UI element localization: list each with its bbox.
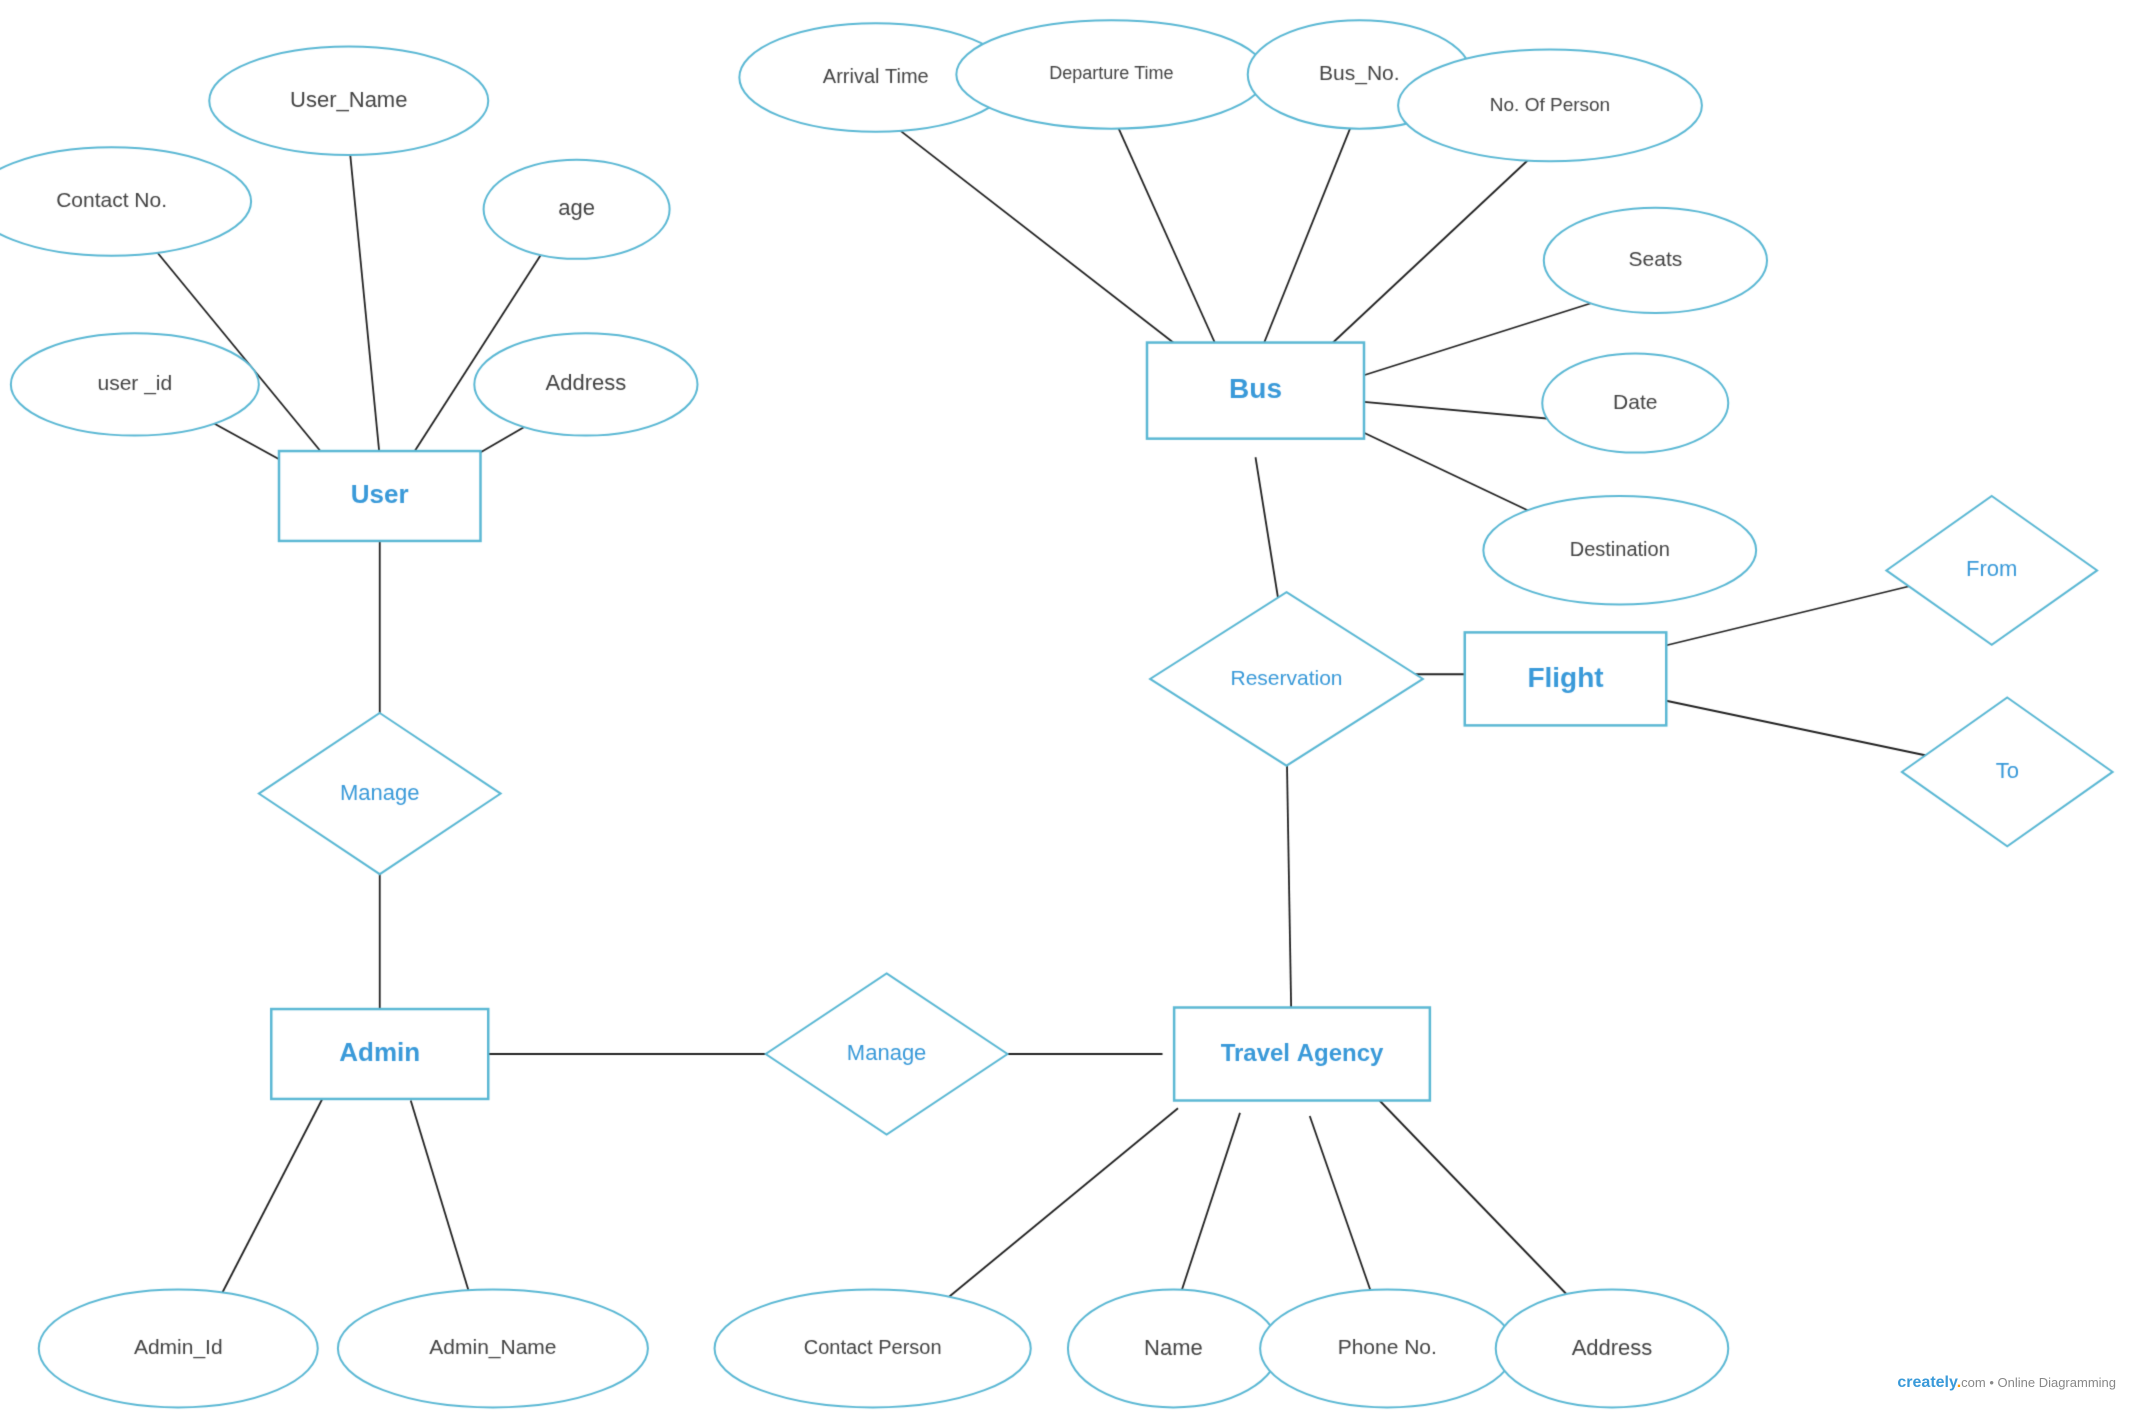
watermark-text: com • Online Diagramming [1961, 1375, 2116, 1390]
brand-name: creately [1897, 1374, 1956, 1391]
watermark: creately.com • Online Diagramming [1897, 1374, 2116, 1392]
er-diagram [0, 0, 2140, 1410]
